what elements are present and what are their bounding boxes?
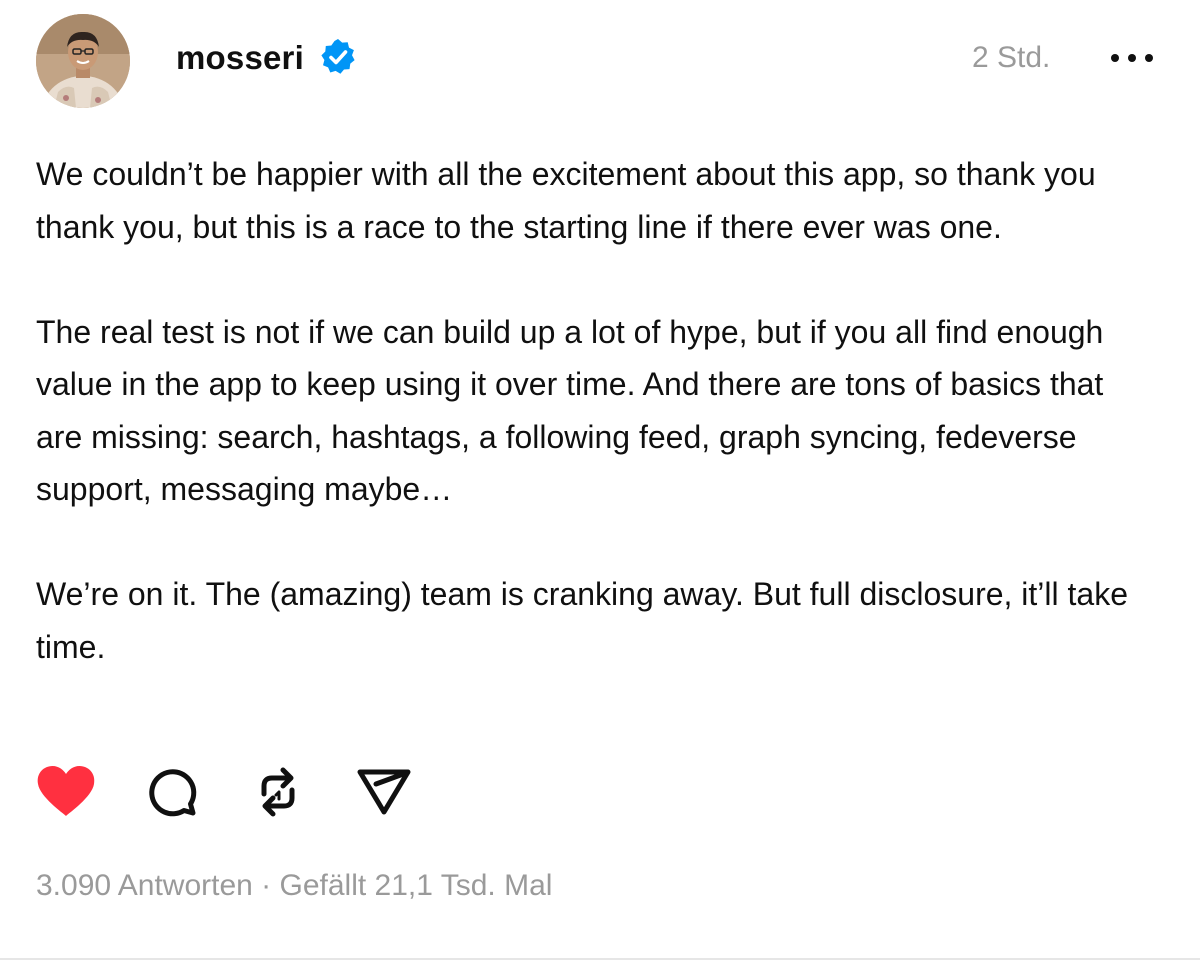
avatar[interactable] bbox=[36, 14, 130, 108]
repost-button[interactable] bbox=[246, 760, 310, 824]
profile-photo bbox=[36, 14, 130, 108]
username[interactable]: mosseri bbox=[176, 36, 304, 80]
paper-plane-icon bbox=[357, 769, 411, 815]
post-paragraph: We’re on it. The (amazing) team is crank… bbox=[36, 576, 1128, 665]
more-options-icon[interactable] bbox=[1104, 40, 1160, 76]
speech-bubble-icon bbox=[149, 769, 197, 817]
heart-icon bbox=[37, 766, 95, 816]
dot bbox=[1111, 54, 1119, 62]
like-button[interactable] bbox=[34, 760, 98, 824]
timestamp: 2 Std. bbox=[972, 41, 1051, 74]
divider bbox=[0, 958, 1200, 960]
post-paragraph: The real test is not if we can build up … bbox=[36, 313, 1104, 508]
post-body: We couldn’t be happier with all the exci… bbox=[36, 148, 1146, 673]
post-stats: 3.090 Antworten · Gefällt 21,1 Tsd. Mal bbox=[36, 866, 552, 906]
share-button[interactable] bbox=[352, 760, 416, 824]
dot bbox=[1128, 54, 1136, 62]
thread-post: mosseri 2 Std. We couldn’t be happier wi… bbox=[0, 0, 1200, 964]
stats-separator: · bbox=[252, 869, 280, 902]
reply-button[interactable] bbox=[140, 760, 204, 824]
dot bbox=[1145, 54, 1153, 62]
replies-count-link[interactable]: 3.090 Antworten bbox=[36, 869, 253, 902]
post-paragraph: We couldn’t be happier with all the exci… bbox=[36, 156, 1096, 245]
verified-badge-icon bbox=[321, 39, 355, 74]
repost-icon bbox=[261, 767, 295, 817]
likes-count-link[interactable]: Gefällt 21,1 Tsd. Mal bbox=[280, 869, 553, 902]
